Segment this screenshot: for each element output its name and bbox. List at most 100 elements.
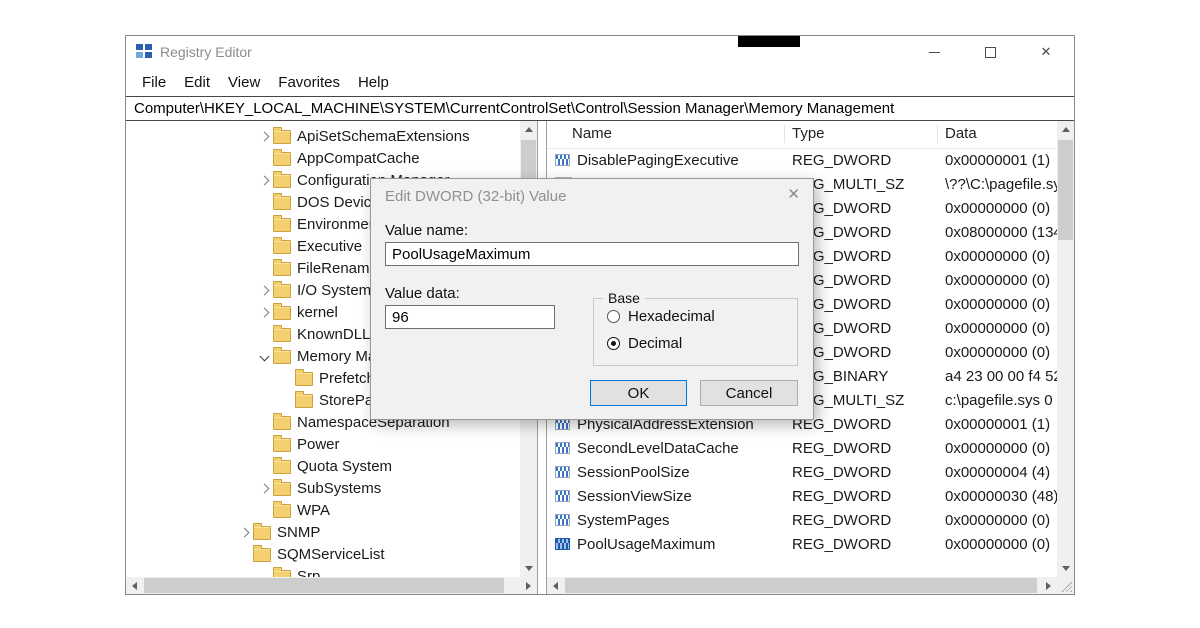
value-type: REG_DWORD bbox=[792, 224, 945, 241]
scroll-up-button[interactable] bbox=[520, 121, 537, 138]
folder-icon bbox=[273, 284, 291, 298]
dword-icon bbox=[555, 466, 570, 478]
tree-item-label: SQMServiceList bbox=[277, 546, 385, 563]
value-data: 0x00000030 (48) bbox=[945, 488, 1057, 505]
folder-icon bbox=[273, 174, 291, 188]
chevron-right-icon[interactable] bbox=[240, 527, 250, 537]
cancel-button[interactable]: Cancel bbox=[700, 380, 798, 406]
dialog-close-button[interactable]: ✕ bbox=[787, 185, 800, 203]
close-icon: ✕ bbox=[1041, 44, 1052, 60]
minimize-button[interactable] bbox=[906, 36, 962, 68]
tree-item[interactable]: WPA bbox=[126, 499, 520, 521]
column-header-name[interactable]: Name bbox=[572, 125, 612, 142]
scrollbar-thumb[interactable] bbox=[1058, 140, 1073, 240]
close-button[interactable]: ✕ bbox=[1018, 36, 1074, 68]
value-data: 0x00000000 (0) bbox=[945, 296, 1057, 313]
radio-hexadecimal[interactable]: Hexadecimal bbox=[607, 308, 715, 325]
chevron-right-icon[interactable] bbox=[260, 175, 270, 185]
scroll-left-button[interactable] bbox=[126, 577, 143, 594]
value-name-input[interactable] bbox=[385, 242, 799, 266]
tree-item[interactable]: Power bbox=[126, 433, 520, 455]
dword-icon bbox=[555, 154, 570, 166]
tree-item[interactable]: AppCompatCache bbox=[126, 147, 520, 169]
list-horizontal-scrollbar[interactable] bbox=[547, 577, 1074, 594]
chevron-slot bbox=[256, 485, 273, 492]
chevron-slot bbox=[256, 309, 273, 316]
maximize-button[interactable] bbox=[962, 36, 1018, 68]
folder-icon bbox=[273, 328, 291, 342]
scrollbar-thumb[interactable] bbox=[565, 578, 1037, 593]
tree-horizontal-scrollbar[interactable] bbox=[126, 577, 537, 594]
value-name: SecondLevelDataCache bbox=[577, 440, 739, 457]
menu-item-help[interactable]: Help bbox=[349, 74, 398, 91]
dword-icon bbox=[555, 490, 570, 502]
chevron-right-icon[interactable] bbox=[260, 307, 270, 317]
scroll-down-button[interactable] bbox=[520, 560, 537, 577]
tree-item-label: Executive bbox=[297, 238, 362, 255]
tree-item[interactable]: SNMP bbox=[126, 521, 520, 543]
tree-item[interactable]: ApiSetSchemaExtensions bbox=[126, 125, 520, 147]
folder-icon bbox=[273, 262, 291, 276]
tree-item-label: SNMP bbox=[277, 524, 320, 541]
tree-item[interactable]: Srp bbox=[126, 565, 520, 577]
tree-item[interactable]: SubSystems bbox=[126, 477, 520, 499]
list-vertical-scrollbar[interactable] bbox=[1057, 121, 1074, 577]
resize-grip[interactable] bbox=[1057, 577, 1074, 594]
value-name-cell: SystemPages bbox=[547, 512, 792, 529]
chevron-right-icon[interactable] bbox=[260, 285, 270, 295]
folder-icon bbox=[273, 218, 291, 232]
table-row[interactable]: SystemPagesREG_DWORD0x00000000 (0) bbox=[547, 508, 1057, 532]
table-row[interactable]: PoolUsageMaximumREG_DWORD0x00000000 (0) bbox=[547, 532, 1057, 556]
tree-item[interactable]: Quota System bbox=[126, 455, 520, 477]
value-type: REG_DWORD bbox=[792, 200, 945, 217]
minimize-icon bbox=[929, 52, 940, 53]
table-row[interactable]: SessionPoolSizeREG_DWORD0x00000004 (4) bbox=[547, 460, 1057, 484]
table-row[interactable]: DisablePagingExecutiveREG_DWORD0x0000000… bbox=[547, 148, 1057, 172]
tree-item-label: AppCompatCache bbox=[297, 150, 420, 167]
ok-button[interactable]: OK bbox=[590, 380, 687, 406]
value-type: REG_DWORD bbox=[792, 296, 945, 313]
base-group: Base Hexadecimal Decimal bbox=[593, 298, 798, 366]
radio-unchecked-icon bbox=[607, 310, 620, 323]
scroll-up-button[interactable] bbox=[1057, 121, 1074, 138]
value-type: REG_DWORD bbox=[792, 344, 945, 361]
menu-item-view[interactable]: View bbox=[219, 74, 269, 91]
maximize-icon bbox=[985, 47, 996, 58]
menu-item-edit[interactable]: Edit bbox=[175, 74, 219, 91]
folder-icon bbox=[273, 306, 291, 320]
column-divider[interactable] bbox=[937, 125, 938, 143]
value-name: SessionPoolSize bbox=[577, 464, 690, 481]
scroll-left-button[interactable] bbox=[547, 577, 564, 594]
scroll-down-button[interactable] bbox=[1057, 560, 1074, 577]
tree-item[interactable]: SQMServiceList bbox=[126, 543, 520, 565]
arrow-right-icon bbox=[1046, 582, 1055, 590]
folder-icon bbox=[253, 548, 271, 562]
folder-icon bbox=[273, 130, 291, 144]
menu-item-favorites[interactable]: Favorites bbox=[269, 74, 349, 91]
value-data: 0x08000000 (134217728) bbox=[945, 224, 1057, 241]
menu-item-file[interactable]: File bbox=[133, 74, 175, 91]
scroll-right-button[interactable] bbox=[520, 577, 537, 594]
column-divider[interactable] bbox=[784, 125, 785, 143]
tree-item-label: Quota System bbox=[297, 458, 392, 475]
radio-decimal[interactable]: Decimal bbox=[607, 335, 682, 352]
value-data-input[interactable] bbox=[385, 305, 555, 329]
tree-item-label: Environment bbox=[297, 216, 381, 233]
column-header-data[interactable]: Data bbox=[945, 125, 977, 142]
scroll-right-button[interactable] bbox=[1040, 577, 1057, 594]
value-type: REG_DWORD bbox=[792, 440, 945, 457]
chevron-slot bbox=[236, 529, 253, 536]
column-header-type[interactable]: Type bbox=[792, 125, 825, 142]
arrow-right-icon bbox=[526, 582, 535, 590]
chevron-down-icon[interactable] bbox=[260, 351, 270, 361]
menu-bar: FileEditViewFavoritesHelp bbox=[126, 68, 1074, 96]
value-type: REG_DWORD bbox=[792, 512, 945, 529]
dword-icon bbox=[555, 514, 570, 526]
chevron-right-icon[interactable] bbox=[260, 483, 270, 493]
address-bar[interactable]: Computer\HKEY_LOCAL_MACHINE\SYSTEM\Curre… bbox=[126, 96, 1074, 121]
scrollbar-thumb[interactable] bbox=[144, 578, 504, 593]
table-row[interactable]: SecondLevelDataCacheREG_DWORD0x00000000 … bbox=[547, 436, 1057, 460]
chevron-right-icon[interactable] bbox=[260, 131, 270, 141]
value-type: REG_DWORD bbox=[792, 272, 945, 289]
table-row[interactable]: SessionViewSizeREG_DWORD0x00000030 (48) bbox=[547, 484, 1057, 508]
